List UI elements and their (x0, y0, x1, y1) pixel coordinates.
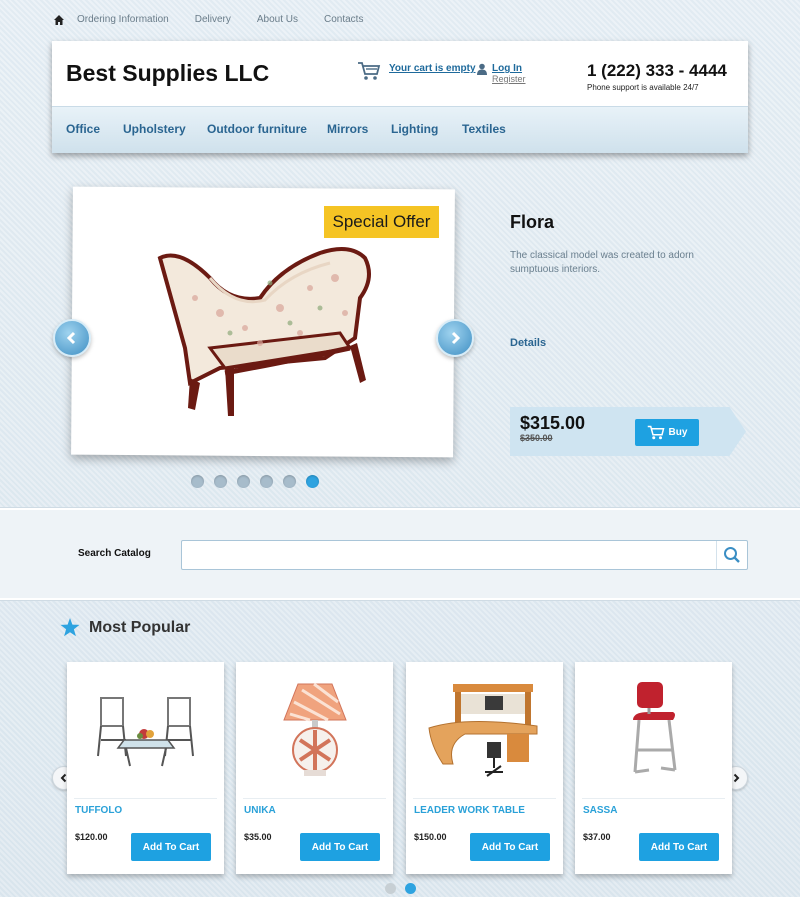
product-card[interactable]: UNIKA $35.00 Add To Cart (236, 662, 393, 874)
slider-dots (191, 475, 319, 488)
pagination-dot-active[interactable] (405, 883, 416, 894)
divider (243, 798, 386, 799)
site-header: Best Supplies LLC Your cart is empty Log… (52, 41, 748, 153)
add-to-cart-button[interactable]: Add To Cart (470, 833, 550, 861)
chevron-left-icon (66, 331, 76, 345)
product-card[interactable]: TUFFOLO $120.00 Add To Cart (67, 662, 224, 874)
product-name[interactable]: TUFFOLO (75, 805, 122, 816)
nav-about-us[interactable]: About Us (257, 14, 298, 26)
sofa-image[interactable] (150, 238, 375, 418)
nav-delivery[interactable]: Delivery (195, 14, 231, 26)
product-price: $150.00 (414, 832, 447, 842)
product-image[interactable] (236, 662, 393, 797)
buy-button[interactable]: Buy (635, 419, 699, 446)
slider-next-button[interactable] (436, 319, 474, 357)
popular-pagination (385, 883, 416, 894)
product-card[interactable]: LEADER WORK TABLE $150.00 Add To Cart (406, 662, 563, 874)
special-offer-badge: Special Offer (324, 206, 439, 238)
category-bar: Office Upholstery Outdoor furniture Mirr… (52, 106, 748, 153)
star-icon (60, 618, 80, 637)
brand-logo[interactable]: Best Supplies LLC (66, 60, 269, 87)
divider (582, 798, 725, 799)
slider-dot-active[interactable] (306, 475, 319, 488)
cart-icon (647, 425, 665, 440)
product-image[interactable] (406, 662, 563, 797)
product-card[interactable]: SASSA $37.00 Add To Cart (575, 662, 732, 874)
buy-button-label: Buy (668, 427, 688, 438)
divider (74, 798, 217, 799)
product-title: Flora (510, 212, 555, 232)
product-name[interactable]: LEADER WORK TABLE (414, 805, 525, 816)
slider-dot[interactable] (214, 475, 227, 488)
product-price: $37.00 (583, 832, 611, 842)
product-image[interactable] (67, 662, 224, 797)
home-icon[interactable] (53, 14, 65, 26)
nav-ordering-information[interactable]: Ordering Information (77, 14, 169, 26)
product-price: $35.00 (244, 832, 272, 842)
add-to-cart-button[interactable]: Add To Cart (131, 833, 211, 861)
patio-set-image (96, 696, 194, 766)
slider-dot[interactable] (260, 475, 273, 488)
category-outdoor-furniture[interactable]: Outdoor furniture (207, 122, 307, 136)
phone-number: 1 (222) 333 - 4444 (587, 61, 727, 80)
category-upholstery[interactable]: Upholstery (123, 122, 186, 136)
phone-support-note: Phone support is available 24/7 (587, 83, 699, 92)
add-to-cart-button[interactable]: Add To Cart (639, 833, 719, 861)
chevron-right-icon (733, 773, 740, 783)
product-description: The classical model was created to adorn… (510, 250, 694, 275)
slider-dot[interactable] (191, 475, 204, 488)
product-name[interactable]: SASSA (583, 805, 617, 816)
chevron-right-icon (451, 331, 461, 345)
product-image[interactable] (575, 662, 732, 797)
work-table-image (427, 683, 537, 777)
product-price: $315.00 (520, 413, 586, 433)
user-icon (477, 63, 487, 75)
nav-contacts[interactable]: Contacts (324, 14, 363, 26)
divider (413, 798, 556, 799)
login-link[interactable]: Log In (492, 63, 522, 74)
top-nav: Ordering Information Delivery About Us C… (53, 14, 389, 26)
details-link[interactable]: Details (510, 337, 546, 349)
slider-prev-button[interactable] (53, 319, 91, 357)
slider-dot[interactable] (283, 475, 296, 488)
search-button[interactable] (716, 541, 747, 569)
pagination-dot[interactable] (385, 883, 396, 894)
cart-icon[interactable] (357, 61, 381, 81)
add-to-cart-button[interactable]: Add To Cart (300, 833, 380, 861)
search-input[interactable] (181, 540, 748, 570)
category-mirrors[interactable]: Mirrors (327, 122, 368, 136)
product-price: $120.00 (75, 832, 108, 842)
search-icon (724, 547, 740, 563)
category-lighting[interactable]: Lighting (391, 122, 438, 136)
lamp-image (282, 682, 347, 776)
category-textiles[interactable]: Textiles (462, 122, 506, 136)
product-old-price: $350.00 (520, 433, 553, 443)
search-label: Search Catalog (78, 548, 151, 559)
bar-stool-image (632, 681, 676, 773)
product-name[interactable]: UNIKA (244, 805, 276, 816)
category-office[interactable]: Office (66, 122, 100, 136)
register-link[interactable]: Register (492, 74, 526, 84)
slider-dot[interactable] (237, 475, 250, 488)
most-popular-heading: Most Popular (89, 619, 191, 636)
cart-link[interactable]: Your cart is empty (389, 63, 476, 74)
